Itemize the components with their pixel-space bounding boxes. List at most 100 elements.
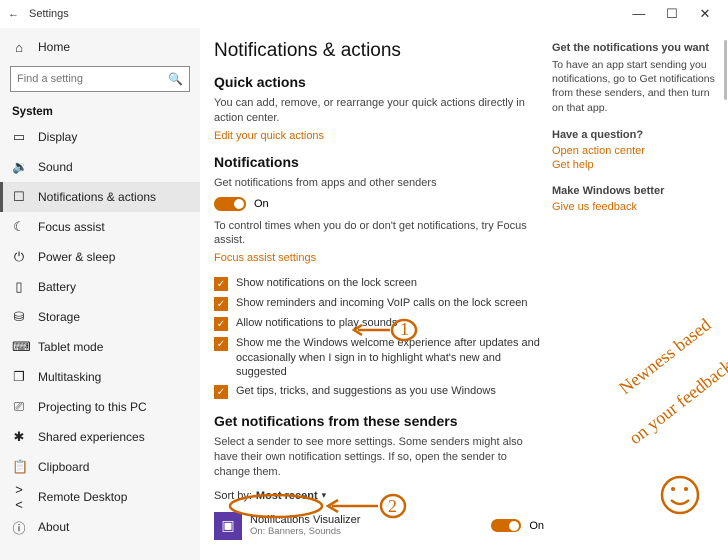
checkbox[interactable]: ✓ [214,277,228,291]
sidebar-item-home[interactable]: ⌂ Home [0,32,200,62]
minimize-button[interactable]: — [624,6,654,21]
checkbox-label: Show notifications on the lock screen [236,276,417,290]
home-icon: ⌂ [12,40,26,55]
sidebar-item-tablet-mode[interactable]: ⌨ Tablet mode [0,332,200,362]
edit-quick-actions-link[interactable]: Edit your quick actions [214,130,544,142]
titlebar: ← Settings — ☐ ✕ [0,0,728,28]
shared-experiences-icon: ✱ [12,429,26,445]
sidebar-item-projecting-to-this-pc[interactable]: ⎚ Projecting to this PC [0,392,200,422]
sidebar-item-label: Home [38,40,70,54]
checkbox[interactable]: ✓ [214,297,228,311]
sound-icon: 🔉 [12,159,26,175]
sidebar-item-label: Storage [38,310,80,324]
sidebar-item-label: Projecting to this PC [38,400,147,414]
storage-icon: ⛁ [12,309,26,325]
sidebar-item-remote-desktop[interactable]: >< Remote Desktop [0,482,200,512]
sort-label: Sort by: [214,490,252,502]
notifications-toggle[interactable] [214,197,246,211]
toggle-state: On [254,198,269,210]
sidebar-item-notifications-actions[interactable]: ☐ Notifications & actions [0,182,200,212]
search-icon: 🔍 [168,72,183,86]
close-button[interactable]: ✕ [690,6,720,22]
notifications-heading: Notifications [214,154,544,170]
sidebar-item-multitasking[interactable]: ❐ Multitasking [0,362,200,392]
sender-detail: On: Banners, Sounds [250,526,483,537]
sidebar-item-label: Battery [38,280,76,294]
sidebar-item-label: Sound [38,160,73,174]
notifications-actions-icon: ☐ [12,189,26,205]
sidebar-item-label: Shared experiences [38,430,145,444]
checkbox-row: ✓ Get tips, tricks, and suggestions as yo… [214,384,544,399]
sender-row[interactable]: ▣ Notifications Visualizer On: Banners, … [214,508,544,544]
aux-panel: Get the notifications you want To have a… [552,38,722,540]
sidebar-item-label: Clipboard [38,460,89,474]
sort-dropdown[interactable]: Sort by: Most recent ▾ [214,490,544,502]
give-feedback-link[interactable]: Give us feedback [552,201,722,213]
sidebar-item-label: Multitasking [38,370,101,384]
sidebar-item-focus-assist[interactable]: ☾ Focus assist [0,212,200,242]
quick-actions-heading: Quick actions [214,74,544,90]
checkbox-row: ✓ Show me the Windows welcome experience … [214,336,544,379]
focus-assist-link[interactable]: Focus assist settings [214,252,544,264]
sidebar-item-label: Notifications & actions [38,190,156,204]
checkbox-label: Show me the Windows welcome experience a… [236,336,544,379]
sidebar-item-label: Power & sleep [38,250,115,264]
sender-name: Notifications Visualizer [250,514,483,526]
projecting-to-this-pc-icon: ⎚ [12,399,26,415]
checkbox[interactable]: ✓ [214,337,228,351]
sidebar-item-label: About [38,520,69,534]
sidebar-item-label: Focus assist [38,220,105,234]
page-title: Notifications & actions [214,40,544,62]
sort-value: Most recent [256,490,318,502]
checkbox-row: ✓ Show notifications on the lock screen [214,276,544,291]
remote-desktop-icon: >< [12,482,26,512]
senders-text: Select a sender to see more settings. So… [214,435,544,480]
tablet-mode-icon: ⌨ [12,339,26,355]
sidebar-item-power-sleep[interactable]: ⏻ Power & sleep [0,242,200,272]
sidebar-item-sound[interactable]: 🔉 Sound [0,152,200,182]
open-action-center-link[interactable]: Open action center [552,145,722,157]
sidebar-item-display[interactable]: ▭ Display [0,122,200,152]
sidebar: ⌂ Home 🔍 System ▭Display🔉Sound☐Notificat… [0,28,200,560]
sidebar-item-label: Display [38,130,77,144]
sidebar-item-clipboard[interactable]: 📋 Clipboard [0,452,200,482]
sidebar-item-shared-experiences[interactable]: ✱ Shared experiences [0,422,200,452]
display-icon: ▭ [12,129,26,145]
sidebar-item-about[interactable]: ⓘ About [0,512,200,542]
aux-text-1: To have an app start sending you notific… [552,58,722,115]
checkbox-label: Allow notifications to play sounds [236,316,397,330]
sender-toggle[interactable] [491,519,521,532]
aux-heading-2: Have a question? [552,129,722,141]
quick-actions-text: You can add, remove, or rearrange your q… [214,96,544,126]
sidebar-item-storage[interactable]: ⛁ Storage [0,302,200,332]
app-title: Settings [29,8,69,20]
aux-heading-1: Get the notifications you want [552,42,722,54]
back-button[interactable]: ← [8,8,19,20]
sidebar-item-battery[interactable]: ▯ Battery [0,272,200,302]
chevron-down-icon: ▾ [322,490,327,501]
get-help-link[interactable]: Get help [552,159,722,171]
checkbox[interactable]: ✓ [214,317,228,331]
main-panel: Notifications & actions Quick actions Yo… [200,28,728,560]
sidebar-item-label: Remote Desktop [38,490,127,504]
power-sleep-icon: ⏻ [12,249,26,265]
scrollbar[interactable] [724,40,727,100]
checkbox-label: Show reminders and incoming VoIP calls o… [236,296,527,310]
maximize-button[interactable]: ☐ [657,6,687,22]
senders-heading: Get notifications from these senders [214,413,544,429]
notifications-toggle-label: Get notifications from apps and other se… [214,176,544,191]
checkbox-label: Get tips, tricks, and suggestions as you… [236,384,496,398]
focus-assist-text: To control times when you do or don't ge… [214,219,544,249]
clipboard-icon: 📋 [12,459,26,475]
checkbox-row: ✓ Allow notifications to play sounds [214,316,544,331]
sender-state: On [529,520,544,532]
multitasking-icon: ❐ [12,369,26,385]
sidebar-item-label: Tablet mode [38,340,103,354]
about-icon: ⓘ [12,518,26,537]
battery-icon: ▯ [12,279,26,295]
focus-assist-icon: ☾ [12,219,26,235]
checkbox[interactable]: ✓ [214,385,228,399]
aux-heading-3: Make Windows better [552,185,722,197]
search-field[interactable] [17,73,168,85]
search-input[interactable]: 🔍 [10,66,190,92]
